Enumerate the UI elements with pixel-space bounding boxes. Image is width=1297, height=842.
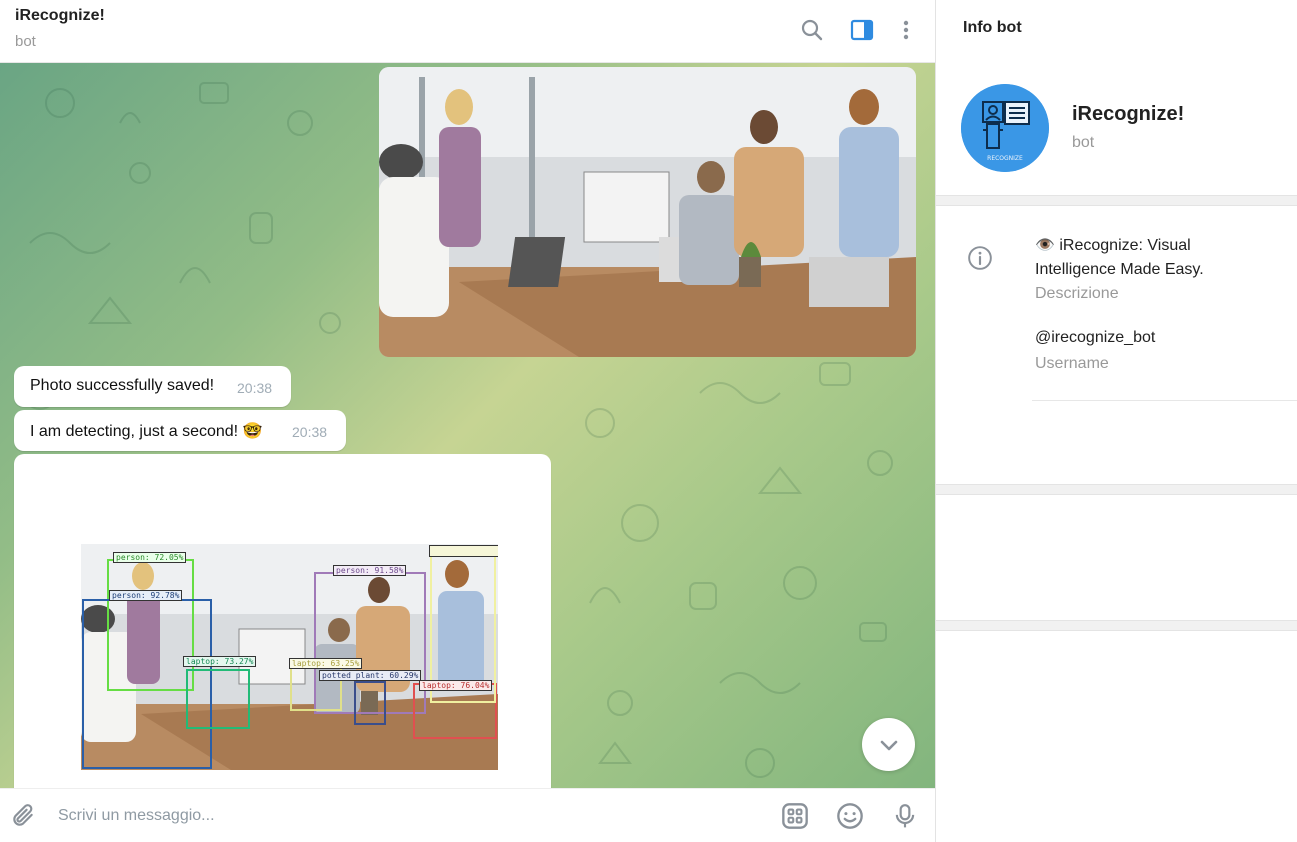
message-list[interactable]: Photo successfully saved! 20:38 I am det… (0, 63, 936, 788)
detection-result-image (81, 544, 498, 770)
bot-description[interactable]: 👁️ iRecognize: Visual Intelligence Made … (1035, 234, 1235, 282)
message-time: 20:38 (292, 424, 328, 440)
detection-label: person: 91.58% (333, 565, 407, 576)
office-photo[interactable] (379, 67, 916, 357)
bot-commands-icon[interactable] (780, 801, 810, 831)
bot-type-label: bot (1072, 134, 1095, 151)
chat-pane: iRecognize! bot Photo successfully saved… (0, 0, 936, 842)
message-input[interactable] (58, 803, 738, 829)
message-time: 20:38 (237, 380, 273, 396)
detection-result-photo[interactable]: person: 72.05% person: 92.78% person: 91… (81, 544, 498, 770)
chevron-down-icon (880, 740, 897, 750)
microphone-icon[interactable] (890, 801, 920, 831)
message-text: Photo successfully saved! (30, 377, 215, 394)
chat-title[interactable]: iRecognize! (15, 7, 105, 25)
info-panel-title: Info bot (963, 19, 1022, 36)
description-label: Descrizione (1035, 285, 1119, 302)
detection-label: laptop: 76.04% (419, 680, 493, 691)
message-text: I am detecting, just a second! 🤓 (30, 423, 263, 440)
section-divider (936, 484, 1297, 495)
detection-label-empty (429, 545, 498, 557)
detection-label: person: 72.05% (113, 552, 187, 563)
more-vertical-icon[interactable] (892, 16, 920, 44)
detection-label: person: 92.78% (109, 590, 183, 601)
message-bubble[interactable]: Photo successfully saved! 20:38 (14, 366, 291, 407)
section-divider (936, 195, 1297, 206)
sidebar-toggle-icon[interactable] (848, 16, 876, 44)
detection-label: laptop: 63.25% (289, 658, 363, 669)
chat-status: bot (15, 33, 36, 50)
office-photo-image (379, 67, 916, 357)
search-icon[interactable] (798, 16, 826, 44)
info-panel: Info bot RECOGNIZE iRecognize! bot 👁️ iR… (936, 0, 1297, 842)
info-divider-line (1032, 400, 1297, 401)
bot-logo: RECOGNIZE (961, 84, 1049, 172)
bot-name: iRecognize! (1072, 103, 1185, 125)
bot-username[interactable]: @irecognize_bot (1035, 329, 1155, 347)
message-bubble[interactable]: I am detecting, just a second! 🤓 20:38 (14, 410, 346, 451)
chat-header[interactable]: iRecognize! bot (0, 0, 936, 63)
message-composer (0, 788, 936, 842)
section-divider (936, 620, 1297, 631)
detection-label: potted plant: 60.29% (319, 670, 422, 681)
info-icon (967, 245, 993, 271)
username-label: Username (1035, 355, 1109, 372)
paperclip-icon[interactable] (8, 801, 38, 831)
avatar[interactable]: RECOGNIZE (961, 84, 1049, 172)
scroll-to-bottom-button[interactable] (862, 718, 915, 771)
avatar-caption: RECOGNIZE (987, 155, 1023, 162)
detection-result-message[interactable]: person: 72.05% person: 92.78% person: 91… (14, 454, 551, 788)
detection-label: laptop: 73.27% (183, 656, 257, 667)
emoji-icon[interactable] (835, 801, 865, 831)
